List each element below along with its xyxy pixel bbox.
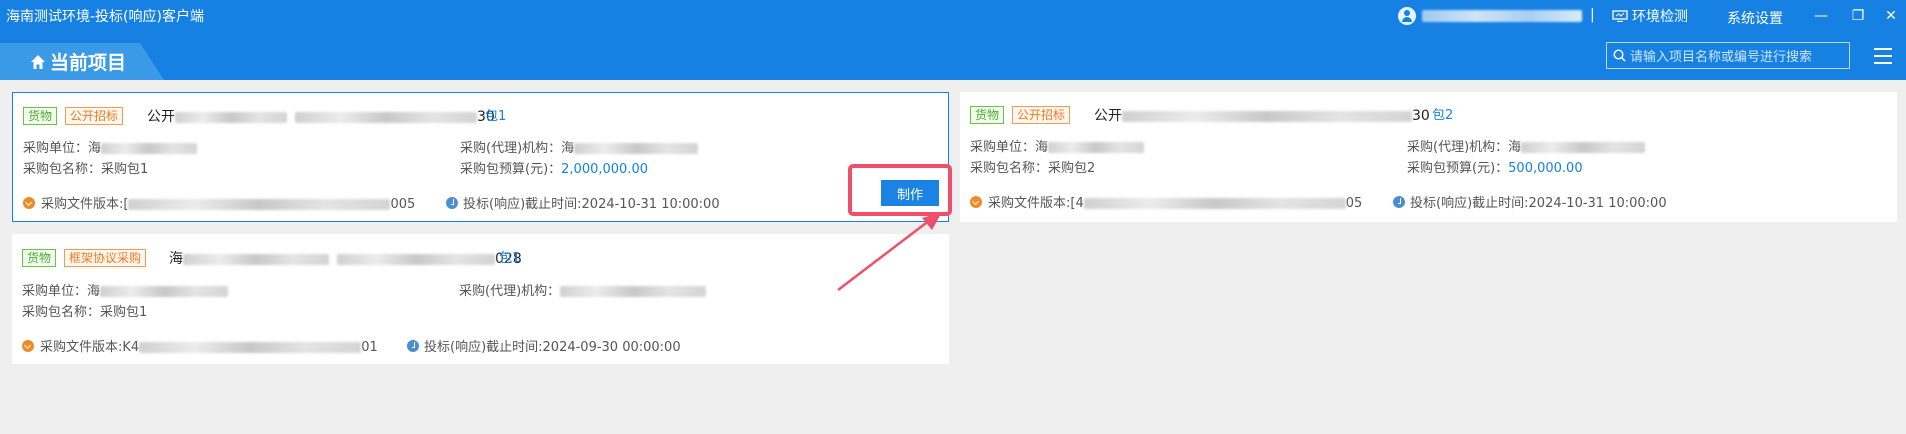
user-icon: [1398, 7, 1416, 25]
doc-version-icon: [23, 197, 35, 209]
project-title: 海 028: [169, 251, 522, 267]
package-name-field: 采购包名称：采购包1: [23, 162, 149, 177]
purchaser-field: 采购单位：海: [23, 141, 198, 157]
goods-tag: 货物: [22, 249, 57, 267]
package-link[interactable]: 包1: [485, 107, 506, 127]
goods-tag: 货物: [23, 107, 58, 125]
budget-field: 采购包预算(元)：500,000.00: [1407, 161, 1583, 176]
clock-icon: [407, 340, 419, 352]
clock-icon: [446, 197, 458, 209]
agency-field: 采购(代理)机构：海: [1407, 140, 1646, 156]
doc-version-icon: [970, 196, 982, 208]
method-tag: 公开招标: [65, 107, 124, 125]
method-tag: 公开招标: [1012, 106, 1071, 124]
title-separator: |: [1590, 7, 1595, 23]
monitor-icon: [1612, 10, 1628, 22]
project-card[interactable]: 货物 公开招标 公开 30 包1 采购单位：海 采购(代理)机构：海 采购包名称：…: [12, 92, 949, 222]
budget-field: 采购包预算(元)：2,000,000.00: [460, 162, 648, 177]
menu-icon[interactable]: [1872, 46, 1894, 66]
deadline-field: 投标(响应)截止时间:2024-09-30 00:00:00: [407, 340, 681, 356]
search-input[interactable]: 请输入项目名称或编号进行搜索: [1606, 42, 1850, 69]
search-icon: [1613, 49, 1626, 62]
restore-button[interactable]: ❐: [1845, 4, 1871, 28]
project-title: 公开 30: [1094, 108, 1430, 124]
package-name-field: 采购包名称：采购包2: [970, 161, 1096, 176]
purchaser-field: 采购单位：海: [22, 284, 229, 300]
project-card[interactable]: 货物 公开招标 公开 30 包2 采购单位：海 采购(代理)机构：海 采购包名称：…: [960, 92, 1897, 222]
goods-tag: 货物: [970, 106, 1005, 124]
project-card[interactable]: 货物 框架协议采购 海 028 包1 采购单位：海 采购(代理)机构： 采购包名称…: [12, 234, 949, 364]
doc-version-field: 采购文件版本:[4 05: [970, 196, 1362, 212]
project-title-row: 货物 公开招标 公开 30 包1: [23, 107, 763, 127]
user-name-redacted: [1422, 10, 1582, 22]
project-title: 公开 30: [147, 109, 495, 125]
user-account[interactable]: [1398, 6, 1582, 26]
system-settings-button[interactable]: 系统设置: [1727, 8, 1783, 28]
doc-version-field: 采购文件版本:[005: [23, 197, 415, 213]
package-link[interactable]: 包1: [499, 249, 520, 269]
search-placeholder: 请输入项目名称或编号进行搜索: [1630, 50, 1813, 65]
doc-version-field: 采购文件版本:K4 01: [22, 340, 378, 356]
deadline-field: 投标(响应)截止时间:2024-10-31 10:00:00: [1393, 196, 1667, 212]
close-button[interactable]: ✕: [1878, 4, 1904, 28]
home-icon: [31, 54, 45, 69]
tab-current-projects[interactable]: 当前项目: [0, 43, 164, 80]
agency-field: 采购(代理)机构：海: [460, 141, 699, 157]
env-check-button[interactable]: 环境检测: [1612, 6, 1688, 26]
project-title-row: 货物 框架协议采购 海 028 包1: [22, 249, 762, 269]
tab-label: 当前项目: [50, 52, 127, 74]
package-name-field: 采购包名称：采购包1: [22, 305, 148, 320]
method-tag: 框架协议采购: [64, 249, 147, 267]
doc-version-icon: [22, 340, 34, 352]
minimize-button[interactable]: —: [1808, 4, 1834, 28]
app-title: 海南测试环境-投标(响应)客户端: [6, 9, 204, 25]
project-title-row: 货物 公开招标 公开 30 包2: [970, 106, 1710, 126]
purchaser-field: 采购单位：海: [970, 140, 1145, 156]
deadline-field: 投标(响应)截止时间:2024-10-31 10:00:00: [446, 197, 720, 213]
title-bar: 海南测试环境-投标(响应)客户端 | 环境检测 系统设置 — ❐ ✕: [0, 0, 1906, 34]
package-link[interactable]: 包2: [1432, 106, 1453, 126]
annotation-arrow: [837, 212, 942, 291]
clock-icon: [1393, 196, 1405, 208]
env-check-label: 环境检测: [1632, 9, 1688, 25]
agency-field: 采购(代理)机构：: [459, 284, 707, 300]
